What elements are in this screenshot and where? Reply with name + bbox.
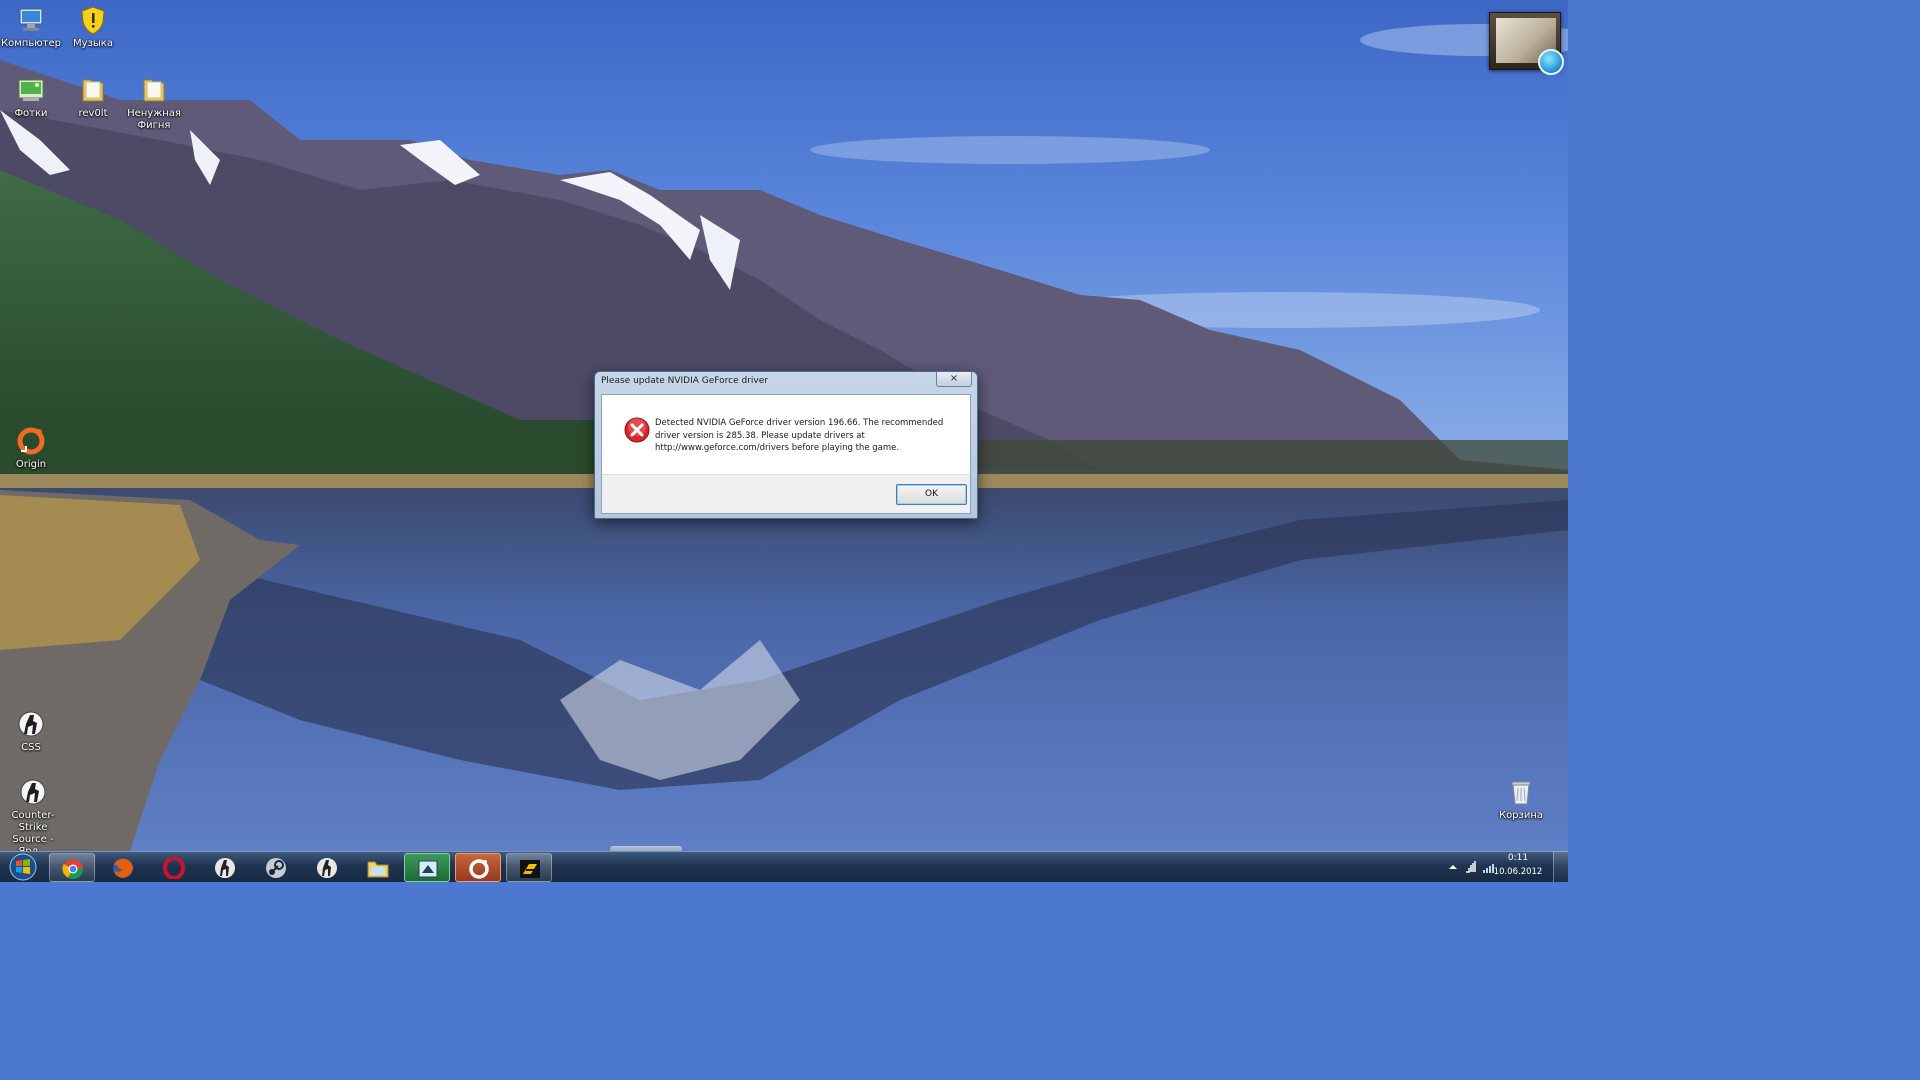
desktop-icon-music[interactable]: Музыка — [62, 4, 124, 50]
taskbar-opera-button[interactable] — [151, 853, 197, 882]
desktop-icon-label: Ненужная Фигня — [127, 108, 181, 131]
computer-icon — [19, 8, 43, 31]
recycle-bin-icon — [1511, 781, 1531, 805]
taskbar-firefox-button[interactable] — [100, 853, 146, 882]
taskbar-counter-strike-button[interactable] — [202, 853, 248, 882]
firefox-icon — [113, 858, 133, 878]
desktop-gadget-slideshow[interactable] — [1489, 12, 1564, 75]
photos-icon — [18, 79, 44, 101]
windows-start-icon[interactable] — [2, 852, 44, 882]
origin-icon — [17, 427, 45, 455]
desktop-icon-photos[interactable]: Фотки — [0, 74, 62, 120]
taskbar-explorer-button[interactable] — [355, 853, 401, 882]
desktop-icon-origin[interactable]: Origin — [0, 425, 62, 471]
desktop-icon-computer[interactable]: Компьютер — [0, 4, 62, 50]
taskbar-need-for-speed-button[interactable] — [506, 853, 552, 882]
taskbar-counter-strike-source-button[interactable] — [304, 853, 350, 882]
desktop-icon-label: Компьютер — [1, 38, 61, 49]
desktop-icon-recycle-bin[interactable]: Корзина — [1490, 776, 1552, 822]
steam-icon — [266, 858, 286, 878]
dialog-message-area: Detected NVIDIA GeForce driver version 1… — [602, 395, 970, 474]
counter-strike-icon — [317, 858, 337, 878]
opera-icon — [163, 857, 185, 879]
clock-date[interactable]: 10.06.2012 — [1490, 867, 1546, 877]
show-hidden-icons-icon[interactable] — [1446, 860, 1460, 874]
need-for-speed-icon — [520, 860, 540, 878]
dialog-close-button[interactable]: × — [936, 372, 972, 387]
dialog-title: Please update NVIDIA GeForce driver — [601, 376, 768, 386]
desktop-icon-css[interactable]: CSS — [0, 708, 62, 754]
desktop-icon-rev0lt[interactable]: rev0lt — [62, 74, 124, 120]
desktop-icon-label: Корзина — [1498, 810, 1544, 821]
taskbar-origin-button[interactable] — [455, 853, 501, 882]
desktop-icon-label: Origin — [15, 459, 47, 470]
game-launcher-icon — [418, 860, 438, 878]
gadget-badge-icon — [1538, 49, 1564, 75]
origin-icon — [469, 859, 489, 879]
taskbar-steam-button[interactable] — [253, 853, 299, 882]
chrome-icon — [62, 859, 83, 879]
shield-folder-icon — [81, 6, 105, 35]
folder-icon — [82, 79, 104, 102]
desktop-icon-label: Counter-Strike Source - Ярл... — [11, 810, 55, 851]
dialog-message: Detected NVIDIA GeForce driver version 1… — [655, 417, 960, 455]
taskbar-chrome-button[interactable] — [49, 853, 95, 882]
clock-time[interactable]: 0:11 — [1494, 853, 1542, 863]
counter-strike-icon — [215, 858, 235, 878]
dialog-body: Detected NVIDIA GeForce driver version 1… — [601, 394, 971, 514]
error-icon — [624, 417, 650, 443]
dialog-message-line: http://www.geforce.com/drivers before pl… — [655, 443, 900, 453]
desktop-icon-label: rev0lt — [78, 108, 108, 119]
nvidia-driver-dialog: Please update NVIDIA GeForce driver × De… — [594, 371, 978, 519]
network-icon[interactable] — [1464, 860, 1478, 874]
show-desktop-button[interactable] — [1553, 851, 1568, 882]
desktop-icon-label: Музыка — [73, 38, 113, 49]
counter-strike-icon — [18, 711, 44, 737]
counter-strike-icon — [20, 779, 46, 805]
dialog-message-line: driver version is 285.38. Please update … — [655, 430, 865, 441]
desktop-icon-counter-strike-source[interactable]: Counter-Strike Source - Ярл... — [0, 776, 66, 851]
desktop-icon-label: CSS — [21, 742, 41, 753]
desktop-icon-nenuzhnaya-fignya[interactable]: Ненужная Фигня — [123, 74, 185, 132]
folder-icon — [143, 79, 165, 102]
desktop-icon-label: Фотки — [14, 108, 48, 119]
dialog-footer: OK — [602, 474, 970, 513]
dialog-message-line: Detected NVIDIA GeForce driver version 1… — [655, 418, 944, 428]
ok-button[interactable]: OK — [896, 484, 967, 505]
taskbar-game-launcher-button[interactable] — [404, 853, 450, 882]
taskbar — [0, 851, 1568, 882]
folder-icon — [367, 861, 389, 878]
